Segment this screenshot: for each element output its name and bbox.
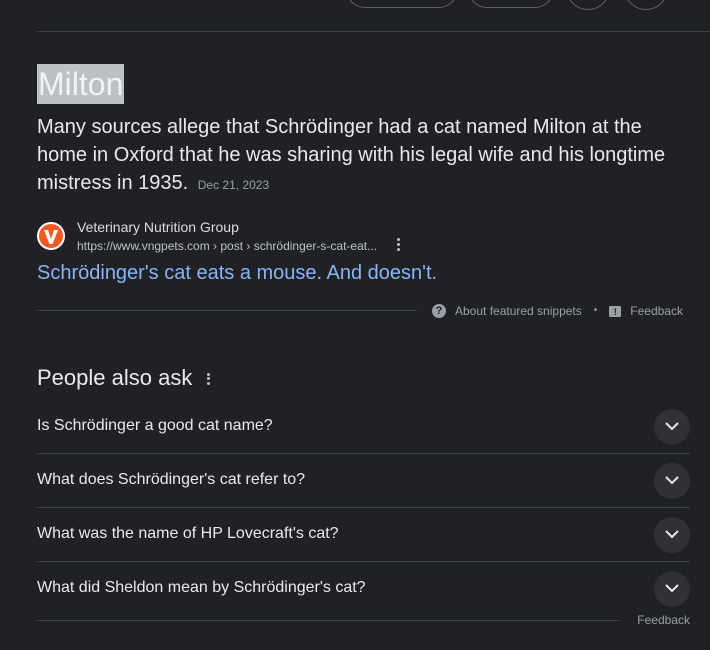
help-icon[interactable]: ?	[432, 304, 446, 318]
chevron-down-icon[interactable]	[654, 463, 690, 499]
paa-question-item[interactable]: What does Schrödinger's cat refer to?	[37, 454, 690, 508]
snippet-footer: ? About featured snippets • Feedback	[432, 303, 683, 320]
site-logo-icon[interactable]	[37, 222, 65, 250]
paa-question-text[interactable]: Is Schrödinger a good cat name?	[37, 415, 273, 437]
chevron-down-icon[interactable]	[654, 517, 690, 553]
featured-answer: Milton	[37, 64, 125, 104]
chevron-down-icon[interactable]	[654, 571, 690, 607]
v-logo-icon	[44, 230, 58, 244]
chevron-down-icon[interactable]	[654, 409, 690, 445]
divider	[37, 31, 710, 32]
snippet-date: Dec 21, 2023	[197, 178, 270, 192]
people-also-ask-list: Is Schrödinger a good cat name? What doe…	[37, 400, 690, 615]
separator-dot: •	[593, 305, 598, 316]
more-options-icon[interactable]	[392, 236, 404, 254]
snippet-body: Many sources allege that Schrödinger had…	[37, 116, 666, 194]
filter-chip[interactable]	[566, 0, 610, 10]
paa-question-text[interactable]: What did Sheldon mean by Schrödinger's c…	[37, 577, 366, 599]
paa-question-item[interactable]: What was the name of HP Lovecraft's cat?	[37, 508, 690, 562]
search-results-page: Milton Many sources allege that Schrödin…	[0, 0, 710, 650]
more-options-icon[interactable]	[203, 371, 213, 387]
source-row[interactable]: Veterinary Nutrition Group https://www.v…	[37, 217, 457, 257]
featured-snippet-text: Many sources allege that Schrödinger had…	[37, 113, 687, 199]
featured-answer-text: Milton	[38, 66, 124, 102]
divider	[37, 310, 417, 311]
result-title-link[interactable]: Schrödinger's cat eats a mouse. And does…	[37, 259, 437, 287]
filter-chip[interactable]	[624, 0, 668, 10]
people-also-ask-heading: People also ask	[37, 365, 193, 390]
divider	[37, 620, 620, 621]
paa-question-item[interactable]: What did Sheldon mean by Schrödinger's c…	[37, 562, 690, 615]
about-featured-snippets-link[interactable]: About featured snippets	[455, 303, 582, 319]
paa-feedback-link[interactable]: Feedback	[637, 612, 690, 628]
paa-question-text[interactable]: What does Schrödinger's cat refer to?	[37, 469, 305, 491]
feedback-link[interactable]: Feedback	[630, 303, 683, 319]
paa-question-item[interactable]: Is Schrödinger a good cat name?	[37, 400, 690, 454]
feedback-icon[interactable]	[609, 304, 622, 320]
filter-chip[interactable]	[346, 0, 458, 8]
source-name[interactable]: Veterinary Nutrition Group	[77, 218, 239, 236]
filter-chip[interactable]	[468, 0, 554, 8]
source-url[interactable]: https://www.vngpets.com › post › schrödi…	[77, 238, 377, 254]
paa-question-text[interactable]: What was the name of HP Lovecraft's cat?	[37, 523, 339, 545]
